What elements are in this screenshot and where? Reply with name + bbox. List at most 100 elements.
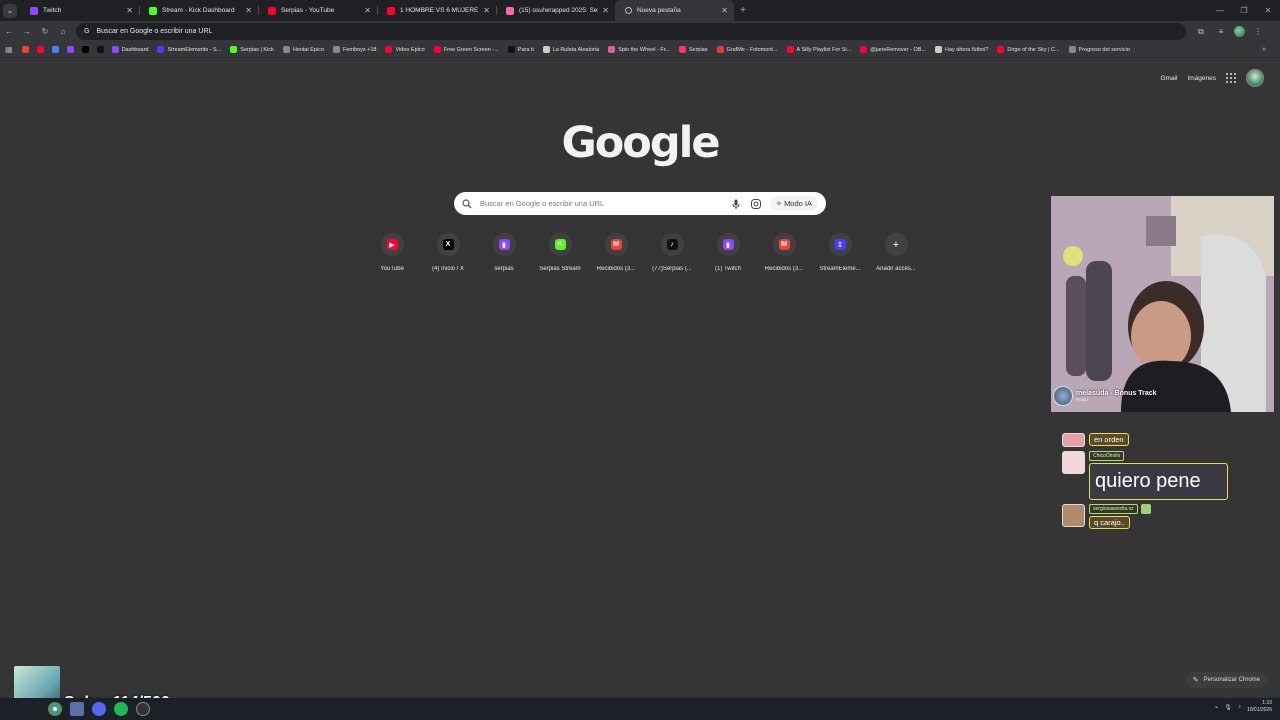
bookmark-item[interactable]: Dashboard <box>111 46 148 53</box>
bookmark-item[interactable] <box>51 46 62 53</box>
shortcut-icon-circle: M <box>604 233 628 256</box>
reload-button[interactable]: ↻ <box>36 27 54 36</box>
shortcut-label: serpias <box>494 266 514 272</box>
shortcut-tile[interactable]: K Serpias Stream <box>532 233 588 272</box>
bookmark-label: Dirge of the Sky | C... <box>1007 46 1060 53</box>
menu-icon[interactable]: ⋮ <box>1251 27 1265 36</box>
browser-tab[interactable]: Twitch ✕ <box>20 0 139 21</box>
shortcut-icon-circle: ♪ <box>660 233 684 256</box>
profile-avatar[interactable] <box>1234 26 1245 37</box>
taskbar <box>0 698 1280 720</box>
tab-close-icon[interactable]: ✕ <box>126 6 133 15</box>
bookmark-item[interactable]: Hay ahora fútbol? <box>934 46 988 53</box>
bookmark-label: A Silly Playlist For Si... <box>796 46 852 53</box>
google-logo: Google <box>561 118 720 168</box>
bookmark-item[interactable] <box>96 46 107 53</box>
clock[interactable]: 1:33 10/01/2026 <box>1247 700 1272 714</box>
bookmark-item[interactable]: @janeRemover - OB... <box>860 46 926 53</box>
tab-close-icon[interactable]: ✕ <box>245 6 252 15</box>
bookmark-item[interactable] <box>81 46 92 53</box>
bookmark-item[interactable]: Serpias <box>678 46 708 53</box>
shortcut-tile[interactable]: ▶ YouTube <box>364 233 420 272</box>
extensions-icon[interactable]: ⧉ <box>1194 27 1208 37</box>
close-window-button[interactable]: ✕ <box>1256 0 1280 21</box>
minimize-button[interactable]: — <box>1208 0 1232 21</box>
gmail-link[interactable]: Gmail <box>1160 75 1177 82</box>
shortcut-tile[interactable]: ↧ StreamEleme... <box>812 233 868 272</box>
bookmark-favicon-icon <box>282 46 290 53</box>
address-bar[interactable]: G Buscar en Google o escribir una URL <box>76 23 1186 40</box>
bookmark-favicon-icon <box>507 46 515 53</box>
browser-tab[interactable]: Nueva pestaña ✕ <box>615 0 734 21</box>
bookmark-item[interactable]: GrafMe - Fotomont... <box>716 46 778 53</box>
more-bookmarks-icon[interactable]: » <box>1262 46 1266 53</box>
shortcut-tile[interactable]: ♪ (77)Serpias (... <box>644 233 700 272</box>
new-tab-button[interactable]: + <box>734 5 752 16</box>
browser-tab[interactable]: Stream - Kick Dashboard ✕ <box>139 0 258 21</box>
browser-tab[interactable]: 1 HOMBRE VS 6 MUJERES - Yo ✕ <box>377 0 496 21</box>
tab-close-icon[interactable]: ✕ <box>721 6 728 15</box>
bookmark-item[interactable]: StreamElements - S... <box>157 46 221 53</box>
bookmark-item[interactable]: Femboys +18 <box>333 46 376 53</box>
bookmark-item[interactable]: Video Epico <box>385 46 425 53</box>
bookmark-item[interactable]: Spin the Wheel - Fr... <box>608 46 670 53</box>
stream-chat: en orden ChicoOhollo quiero pene sergiosaav… <box>1062 433 1252 533</box>
shortcut-tile[interactable]: + Añadir acces... <box>868 233 924 272</box>
tab-search-button[interactable]: ⌄ <box>3 3 17 18</box>
browser-tab[interactable]: (15) osu!wrapped 2025: Serpias ✕ <box>496 0 615 21</box>
images-link[interactable]: Imágenes <box>1187 75 1216 82</box>
tab-close-icon[interactable]: ✕ <box>602 6 609 15</box>
bookmark-item[interactable] <box>36 46 47 53</box>
discord-taskbar-icon[interactable] <box>92 702 106 716</box>
bookmark-item[interactable]: Para ti <box>507 46 534 53</box>
app-taskbar-icon[interactable] <box>70 702 84 716</box>
media-icon[interactable]: ≡ <box>1214 27 1228 36</box>
shortcut-label: (77)Serpias (... <box>652 266 692 272</box>
forward-button[interactable]: → <box>18 27 36 36</box>
google-lens-icon[interactable] <box>750 198 762 210</box>
microphone-icon[interactable] <box>730 198 742 210</box>
bookmark-item[interactable]: Serpias | Kick <box>230 46 274 53</box>
account-avatar[interactable] <box>1246 69 1264 87</box>
shortcut-tile[interactable]: M Recibidos (3... <box>756 233 812 272</box>
shortcut-tile[interactable]: ▮ (1) Twitch <box>700 233 756 272</box>
bookmark-item[interactable]: A Silly Playlist For Si... <box>786 46 852 53</box>
tab-favicon-icon <box>387 6 395 15</box>
apps-icon[interactable]: ▦ <box>5 45 13 54</box>
bookmark-favicon-icon <box>230 46 238 53</box>
ai-mode-button[interactable]: ✧ Modo IA <box>769 196 818 211</box>
shortcut-icon-circle: ↧ <box>828 233 852 256</box>
customize-chrome-button[interactable]: ✎ Personalizar Chrome <box>1184 672 1268 688</box>
bookmark-item[interactable] <box>66 46 77 53</box>
network-icon[interactable]: ⌁ <box>1215 704 1219 711</box>
bookmark-favicon-icon <box>934 46 942 53</box>
chat-avatar <box>1062 433 1085 447</box>
google-apps-icon[interactable] <box>1226 73 1236 83</box>
bookmark-item[interactable]: La Ruleta Aleatoria <box>542 46 599 53</box>
obs-taskbar-icon[interactable] <box>136 702 150 716</box>
shortcut-favicon-icon: ▮ <box>722 239 734 250</box>
shortcut-tile[interactable]: M Recibidos (3... <box>588 233 644 272</box>
chrome-taskbar-icon[interactable] <box>48 702 62 716</box>
bookmark-label: Para ti <box>517 46 534 53</box>
bookmark-item[interactable] <box>21 46 32 53</box>
microphone-tray-icon[interactable]: 🎙 <box>1224 704 1232 711</box>
bookmark-item[interactable]: Dirge of the Sky | C... <box>997 46 1060 53</box>
shortcut-tile[interactable]: X (4) Inicio / X <box>420 233 476 272</box>
tab-close-icon[interactable]: ✕ <box>364 6 371 15</box>
bookmark-label: GrafMe - Fotomont... <box>726 46 778 53</box>
shortcut-tile[interactable]: ▮ serpias <box>476 233 532 272</box>
back-button[interactable]: ← <box>0 27 18 36</box>
bookmark-item[interactable]: Hentai Epico <box>282 46 324 53</box>
bookmark-item[interactable]: Free Green Screen -... <box>433 46 499 53</box>
maximize-button[interactable]: ❐ <box>1232 0 1256 21</box>
bookmark-item[interactable]: Progreso del servicio <box>1068 46 1130 53</box>
volume-icon[interactable]: ♪ <box>1238 704 1241 710</box>
spotify-taskbar-icon[interactable] <box>114 702 128 716</box>
search-box[interactable]: Buscar en Google o escribir una URL ✧ Mo… <box>454 192 826 215</box>
home-button[interactable]: ⌂ <box>54 27 72 36</box>
browser-tab[interactable]: Serpias - YouTube ✕ <box>258 0 377 21</box>
tab-favicon-icon <box>268 6 276 15</box>
tab-close-icon[interactable]: ✕ <box>483 6 490 15</box>
chat-text: q carajo.. <box>1089 516 1130 529</box>
